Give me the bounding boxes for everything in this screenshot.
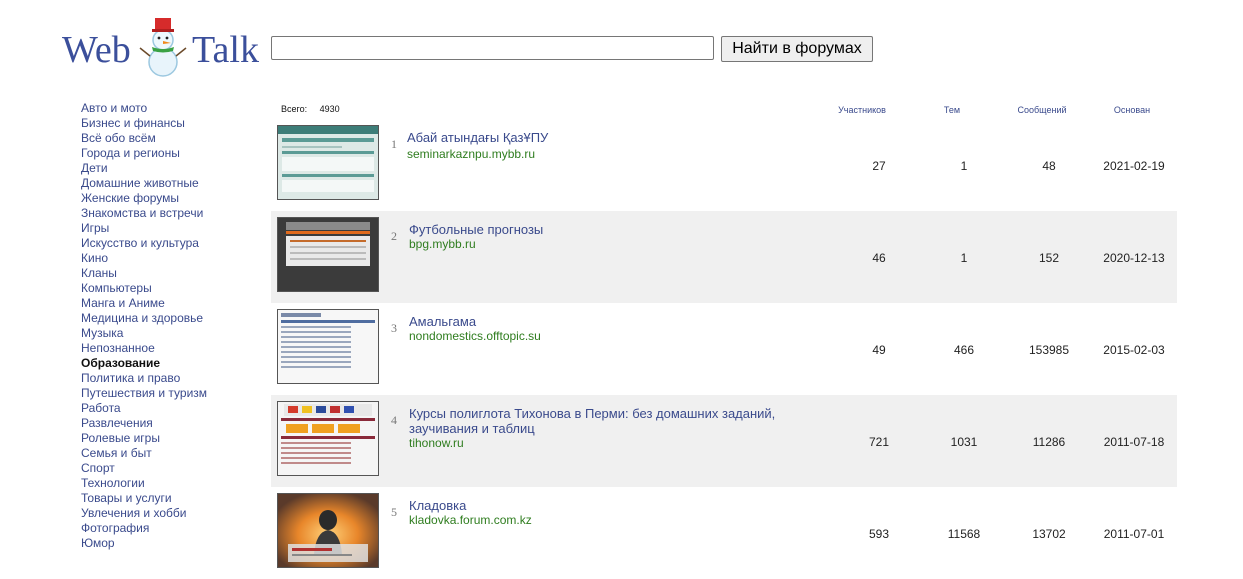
- sidebar-category-link[interactable]: Искусство и культура: [81, 236, 271, 251]
- site-logo[interactable]: Web Talk: [62, 14, 262, 78]
- forum-domain-link[interactable]: kladovka.forum.com.kz: [409, 513, 532, 527]
- forum-row: 3 Амальгама nondomestics.offtopic.su 49 …: [271, 303, 1177, 395]
- forum-title-link[interactable]: Абай атындағы ҚазҰПУ: [407, 130, 807, 145]
- total-value: 4930: [319, 104, 340, 114]
- forum-title-link[interactable]: Амальгама: [409, 314, 809, 329]
- sidebar-category-link[interactable]: Знакомства и встречи: [81, 206, 271, 221]
- forum-row: 5 Кладовка kladovka.forum.com.kz 593 115…: [271, 487, 1177, 579]
- snowman-icon: [139, 18, 187, 77]
- sidebar-category-link[interactable]: Медицина и здоровье: [81, 311, 271, 326]
- sidebar-category-link[interactable]: Технологии: [81, 476, 271, 491]
- sidebar-category-link[interactable]: Образование: [81, 356, 271, 371]
- forum-domain-link[interactable]: seminarkaznpu.mybb.ru: [407, 147, 535, 161]
- sidebar-category-link[interactable]: Женские форумы: [81, 191, 271, 206]
- logo-text-web: Web: [62, 29, 131, 71]
- sidebar-category-link[interactable]: Непознанное: [81, 341, 271, 356]
- sidebar-category-link[interactable]: Музыка: [81, 326, 271, 341]
- sidebar-category-link[interactable]: Семья и быт: [81, 446, 271, 461]
- sidebar-category-link[interactable]: Дети: [81, 161, 271, 176]
- sidebar-category-link[interactable]: Фотография: [81, 521, 271, 536]
- messages-count: 48: [1042, 159, 1056, 173]
- founded-date: 2020-12-13: [1103, 251, 1165, 265]
- founded-date: 2011-07-01: [1103, 527, 1165, 541]
- column-header-members: Участников: [838, 105, 886, 115]
- sidebar-category-link[interactable]: Бизнес и финансы: [81, 116, 271, 131]
- founded-date: 2021-02-19: [1103, 159, 1165, 173]
- forum-thumbnail[interactable]: [277, 125, 379, 200]
- members-count: 49: [872, 343, 886, 357]
- column-header-messages: Сообщений: [1017, 105, 1067, 115]
- column-header-founded: Основан: [1113, 105, 1151, 115]
- forum-row: 2 Футбольные прогнозы bpg.mybb.ru 46 1 1…: [271, 211, 1177, 303]
- topics-count: 1: [960, 251, 968, 265]
- forum-row: 4 Курсы полиглота Тихонова в Перми: без …: [271, 395, 1177, 487]
- sidebar-category-link[interactable]: Кино: [81, 251, 271, 266]
- sidebar-category-link[interactable]: Города и регионы: [81, 146, 271, 161]
- row-number: 3: [391, 321, 397, 335]
- category-list: Авто и мото Бизнес и финансы Всё обо всём Г…: [81, 101, 271, 551]
- messages-count: 11286: [1032, 435, 1066, 449]
- row-number: 1: [391, 137, 397, 151]
- sidebar-category-link[interactable]: Политика и право: [81, 371, 271, 386]
- topics-count: 11568: [947, 527, 981, 541]
- members-count: 593: [868, 527, 890, 541]
- founded-date: 2015-02-03: [1103, 343, 1165, 357]
- topics-count: 1031: [950, 435, 978, 449]
- forum-thumbnail[interactable]: [277, 217, 379, 292]
- forum-thumbnail[interactable]: [277, 309, 379, 384]
- forum-thumbnail[interactable]: [277, 493, 379, 568]
- sidebar-category-link[interactable]: Игры: [81, 221, 271, 236]
- row-number: 2: [391, 229, 397, 243]
- row-number: 5: [391, 505, 397, 519]
- messages-count: 13702: [1032, 527, 1066, 541]
- sidebar-category-link[interactable]: Юмор: [81, 536, 271, 551]
- topics-count: 1: [960, 159, 968, 173]
- sidebar-category-link[interactable]: Компьютеры: [81, 281, 271, 296]
- forum-domain-link[interactable]: bpg.mybb.ru: [409, 237, 476, 251]
- forum-domain-link[interactable]: tihonow.ru: [409, 436, 464, 450]
- forum-title-link[interactable]: Кладовка: [409, 498, 809, 513]
- column-header-topics: Тем: [943, 105, 961, 115]
- founded-date: 2011-07-18: [1103, 435, 1165, 449]
- sidebar-category-link[interactable]: Кланы: [81, 266, 271, 281]
- sidebar-category-link[interactable]: Ролевые игры: [81, 431, 271, 446]
- sidebar-category-link[interactable]: Домашние животные: [81, 176, 271, 191]
- members-count: 721: [868, 435, 890, 449]
- messages-count: 152: [1038, 251, 1060, 265]
- sidebar-category-link[interactable]: Всё обо всём: [81, 131, 271, 146]
- sidebar-category-link[interactable]: Работа: [81, 401, 271, 416]
- sidebar-category-link[interactable]: Путешествия и туризм: [81, 386, 271, 401]
- sidebar-category-link[interactable]: Спорт: [81, 461, 271, 476]
- total-label: Всего:: [281, 104, 308, 114]
- sidebar-category-link[interactable]: Манга и Аниме: [81, 296, 271, 311]
- forum-domain-link[interactable]: nondomestics.offtopic.su: [409, 329, 541, 343]
- members-count: 27: [872, 159, 886, 173]
- sidebar-category-link[interactable]: Товары и услуги: [81, 491, 271, 506]
- sidebar-category-link[interactable]: Развлечения: [81, 416, 271, 431]
- forum-row: 1 Абай атындағы ҚазҰПУ seminarkaznpu.myb…: [271, 119, 1177, 211]
- forum-title-link[interactable]: Футбольные прогнозы: [409, 222, 809, 237]
- row-number: 4: [391, 413, 397, 427]
- search-input[interactable]: [271, 36, 714, 60]
- total-count: Всего: 4930: [281, 104, 340, 114]
- forum-title-link[interactable]: Курсы полиглота Тихонова в Перми: без до…: [409, 406, 809, 436]
- logo-text-talk: Talk: [192, 29, 259, 71]
- messages-count: 153985: [1028, 343, 1070, 357]
- sidebar-category-link[interactable]: Увлечения и хобби: [81, 506, 271, 521]
- search-forums-button[interactable]: Найти в форумах: [721, 36, 873, 62]
- topics-count: 466: [953, 343, 975, 357]
- members-count: 46: [872, 251, 886, 265]
- sidebar-category-link[interactable]: Авто и мото: [81, 101, 271, 116]
- forum-thumbnail[interactable]: [277, 401, 379, 476]
